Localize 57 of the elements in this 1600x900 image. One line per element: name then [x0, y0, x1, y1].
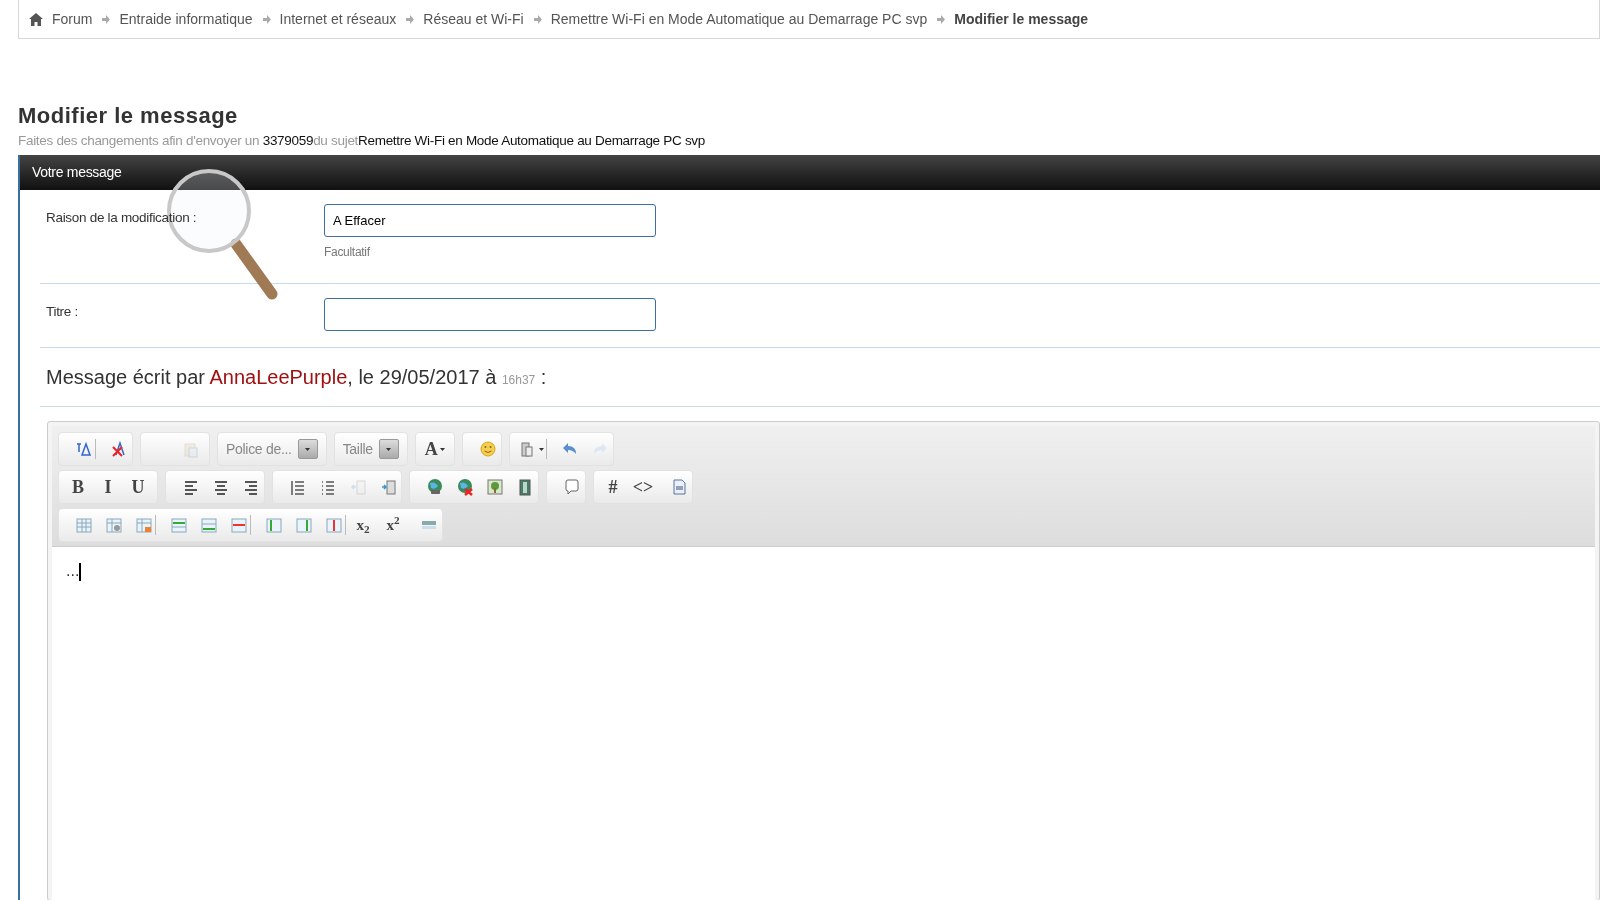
video-icon: [516, 478, 534, 497]
breadcrumb-separator-icon: [936, 14, 946, 24]
unlink-icon: [456, 478, 474, 497]
bullet-list-icon: [319, 478, 337, 497]
field-hint: Facultatif: [324, 244, 371, 262]
breadcrumb-current: Modifier le message: [954, 9, 1089, 29]
remove-format-icon: [110, 440, 128, 459]
row-insert-icon: [200, 516, 218, 535]
message-info: Message écrit par AnnaLeePurple, le 29/05/2017 à 16h37 :: [46, 366, 547, 389]
column-insert-icon: [295, 516, 313, 535]
breadcrumb-link[interactable]: Réseau et Wi-Fi: [423, 8, 524, 30]
field-label: Titre :: [46, 304, 78, 320]
align-right-icon: [242, 478, 260, 497]
page-title: Modifier le message: [18, 102, 239, 130]
breadcrumb-link[interactable]: Internet et réseaux: [279, 8, 397, 30]
align-left-icon: [182, 478, 200, 497]
row-insert-icon: [170, 516, 188, 535]
indent-icon: [379, 478, 397, 497]
home-icon[interactable]: [29, 12, 43, 26]
format-button[interactable]: U: [123, 473, 153, 502]
outdent-icon: [349, 478, 367, 497]
field-label: Raison de la modification :: [46, 210, 197, 226]
table-icon: [75, 516, 93, 535]
text-input[interactable]: [324, 298, 656, 332]
paste-icon: [181, 440, 199, 459]
column-insert-icon: [265, 516, 283, 535]
panel-header: Votre message: [20, 155, 1600, 191]
format-button[interactable]: B: [63, 473, 93, 502]
breadcrumb-link[interactable]: Remettre Wi-Fi en Mode Automatique au Demarrage PC svp: [550, 8, 928, 30]
link-icon: [426, 478, 444, 497]
table-properties-icon: [105, 516, 123, 535]
format-button[interactable]: #: [598, 473, 628, 502]
smiley-icon: [478, 440, 497, 459]
text-input[interactable]: A Effacer: [324, 204, 656, 238]
document-icon: [670, 478, 688, 497]
breadcrumb-separator-icon: [405, 14, 415, 24]
editor-content[interactable]: ...: [52, 546, 1595, 900]
breadcrumb-link[interactable]: Forum: [52, 8, 93, 30]
format-button[interactable]: x$_{2}$: [348, 511, 378, 540]
breadcrumb-link[interactable]: Entraide informatique: [119, 8, 253, 30]
format-button[interactable]: A: [419, 435, 450, 464]
text-cursor: [79, 563, 81, 581]
quote-icon: [563, 478, 581, 497]
table-delete-icon: [135, 516, 153, 535]
breadcrumb-separator-icon: [101, 14, 111, 24]
format-button[interactable]: <>: [628, 473, 658, 502]
numbered-list-icon: [289, 478, 307, 497]
column-delete-icon: [325, 516, 343, 535]
breadcrumb-separator-icon: [261, 14, 271, 24]
text-color-icon: [75, 440, 93, 459]
page-subtitle: Faites des changements afin d'envoyer un 3379059du sujetRemettre Wi-Fi en Mode Automatique au Demarrage PC svp: [18, 132, 706, 150]
format-button[interactable]: x$^{2}$: [378, 511, 408, 540]
format-button[interactable]: I: [93, 473, 123, 502]
breadcrumb-separator-icon: [532, 14, 542, 24]
row-delete-icon: [230, 516, 248, 535]
align-center-icon: [212, 478, 230, 497]
image-icon: [486, 478, 504, 497]
